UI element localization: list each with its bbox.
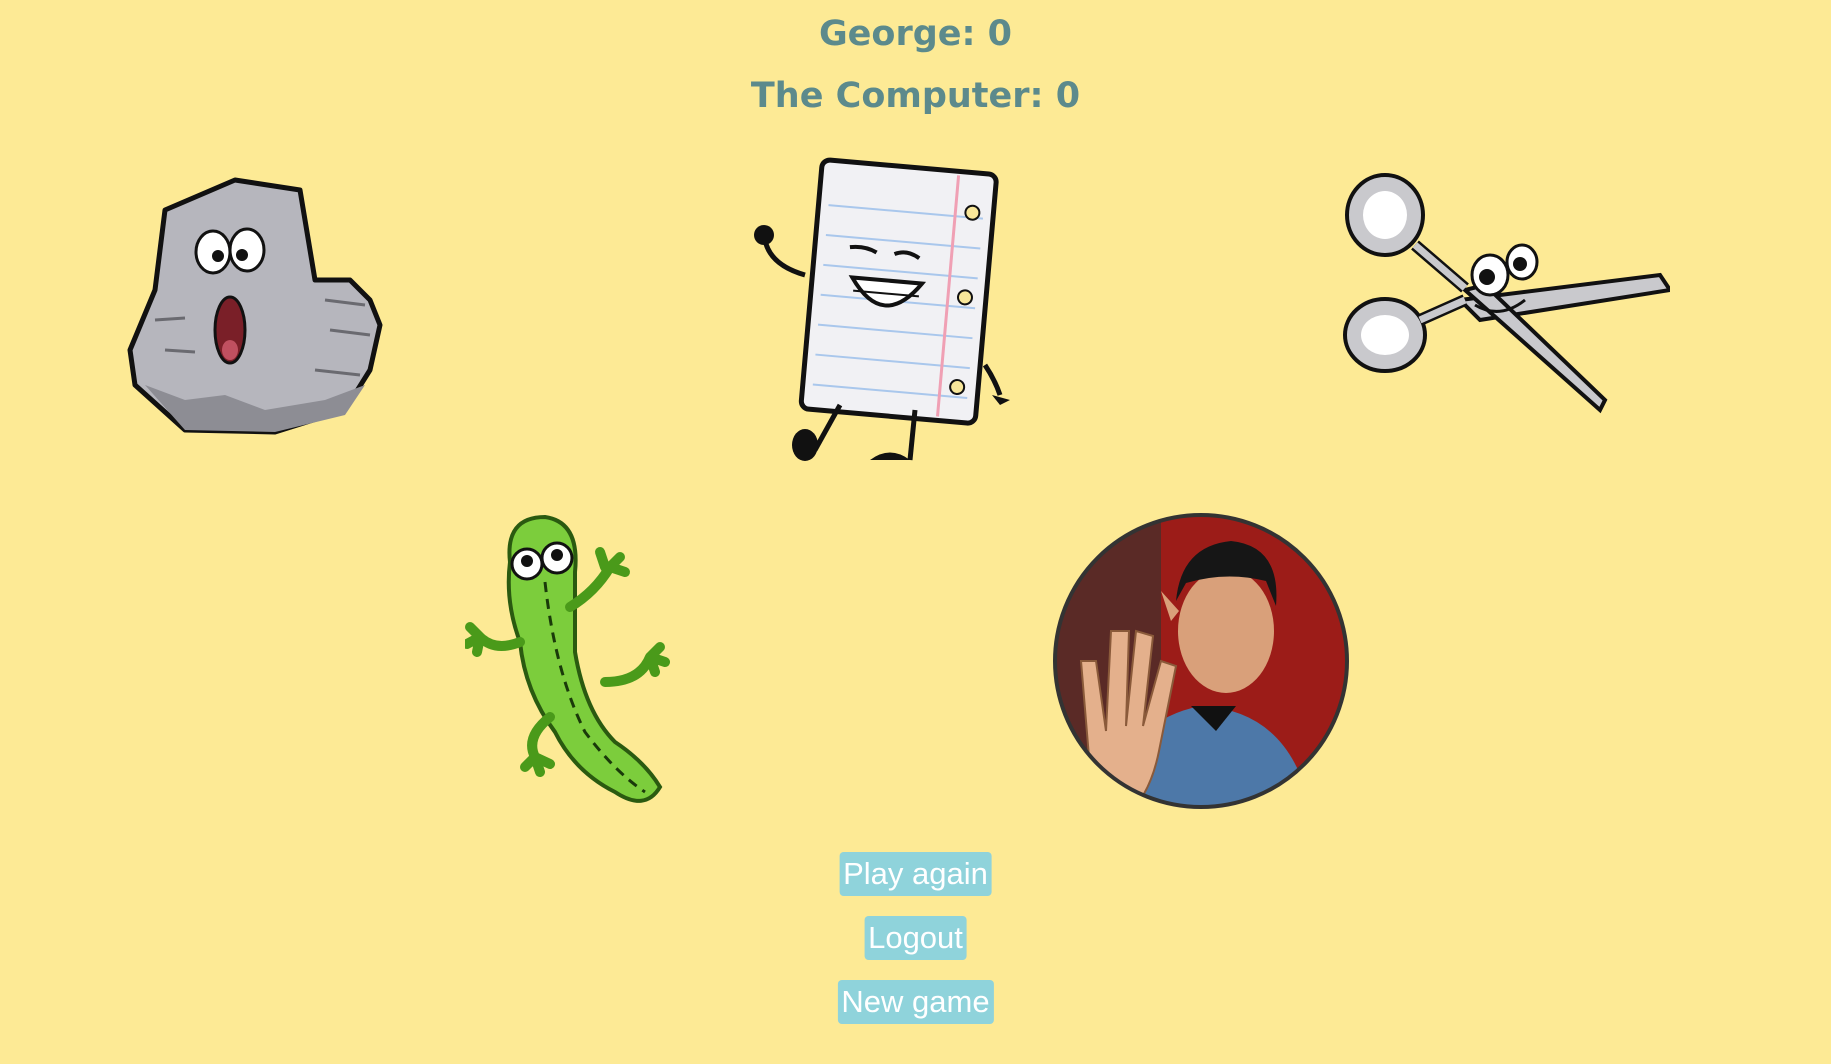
new-game-button[interactable]: New game [837, 980, 994, 1024]
lizard-choice[interactable] [465, 512, 705, 812]
lizard-icon [465, 514, 670, 803]
computer-score: The Computer: 0 [750, 76, 1081, 116]
logout-button[interactable]: Logout [864, 916, 967, 960]
paper-choice[interactable] [750, 155, 1010, 470]
player-score: George: 0 [818, 14, 1013, 54]
spock-icon [1053, 513, 1349, 809]
scissors-choice[interactable] [1340, 170, 1670, 420]
play-again-button[interactable]: Play again [839, 852, 992, 896]
rock-choice[interactable] [125, 170, 425, 450]
spock-choice[interactable] [1051, 511, 1351, 811]
scissors-icon [1343, 173, 1670, 414]
rock-icon [127, 177, 383, 435]
paper-icon [754, 157, 1010, 461]
